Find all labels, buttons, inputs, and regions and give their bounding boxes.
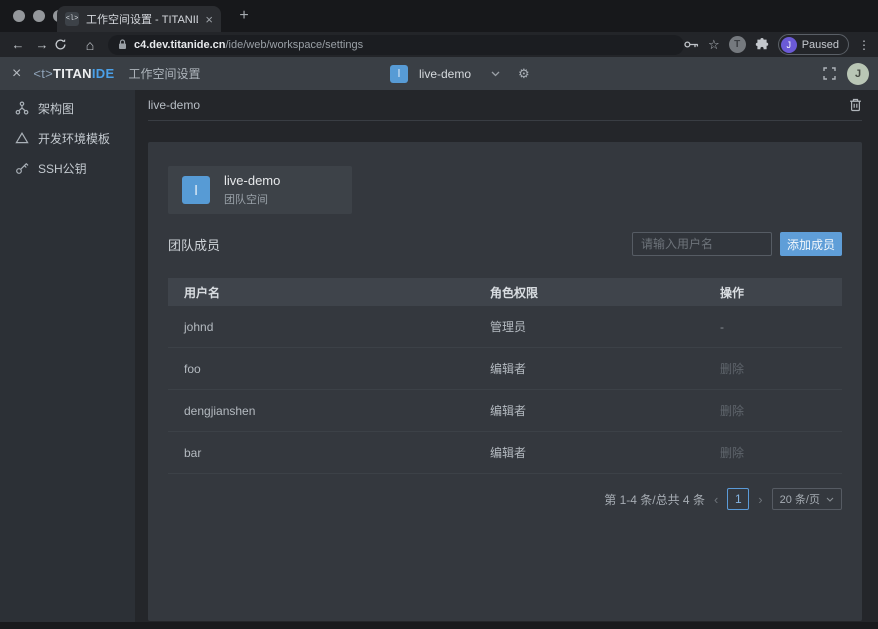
column-header-username: 用户名 — [168, 284, 474, 301]
lock-icon — [118, 39, 127, 50]
page-size-select[interactable]: 20 条/页 — [772, 488, 842, 510]
delete-member-link[interactable]: 删除 — [704, 444, 842, 461]
new-tab-button[interactable]: + — [233, 5, 255, 27]
member-role: 编辑者 — [474, 360, 704, 377]
column-header-action: 操作 — [704, 284, 842, 301]
logo-main: TITAN — [53, 66, 92, 81]
app-header: × <t>TITANIDE 工作空间设置 l live-demo ⚙ J — [0, 57, 878, 90]
window-bottom-edge — [0, 622, 878, 629]
page-size-value: 20 条/页 — [780, 491, 820, 507]
bookmark-star-icon[interactable]: ☆ — [708, 37, 720, 53]
username-input[interactable] — [632, 232, 772, 256]
user-avatar[interactable]: J — [847, 63, 869, 85]
sidebar-item-ssh-key[interactable]: SSH公钥 — [0, 153, 135, 183]
workspace-name: live-demo — [419, 67, 471, 81]
settings-panel: l live-demo 团队空间 团队成员 添加成员 用户名 角色权限 操作 j — [148, 142, 862, 621]
table-row: johnd 管理员 - — [168, 306, 842, 348]
profile-chip[interactable]: J Paused — [778, 34, 849, 55]
member-action: - — [704, 320, 842, 334]
logo-bracket: <t> — [33, 66, 53, 81]
members-toolbar: 团队成员 添加成员 — [168, 232, 842, 256]
workspace-card-title: live-demo — [224, 173, 280, 188]
architecture-diagram-icon — [15, 101, 29, 115]
member-username: foo — [168, 362, 474, 376]
password-key-icon[interactable] — [684, 40, 699, 49]
chevron-down-icon[interactable] — [491, 71, 500, 77]
pagination-summary: 第 1-4 条/总共 4 条 — [604, 491, 705, 508]
back-icon[interactable]: ← — [6, 37, 30, 52]
member-username: dengjianshen — [168, 404, 474, 418]
app-header-right: J — [823, 63, 878, 85]
tab-strip: <l> 工作空间设置 - TITANIDE × + — [0, 0, 878, 32]
member-role: 管理员 — [474, 318, 704, 335]
extension-avatar-icon[interactable]: T — [729, 36, 746, 53]
table-row: dengjianshen 编辑者 删除 — [168, 390, 842, 432]
workspace-card-badge: l — [182, 176, 210, 204]
pagination: 第 1-4 条/总共 4 条 ‹ 1 › 20 条/页 — [168, 488, 842, 510]
logo-accent: IDE — [92, 66, 115, 81]
workspace-card: l live-demo 团队空间 — [168, 166, 352, 214]
sidebar-item-dev-env-template[interactable]: 开发环境模板 — [0, 123, 135, 153]
column-header-role: 角色权限 — [474, 284, 704, 301]
member-role: 编辑者 — [474, 402, 704, 419]
toolbar-right: ☆ T J Paused ⋮ — [684, 34, 878, 55]
table-row: foo 编辑者 删除 — [168, 348, 842, 390]
page-title: 工作空间设置 — [128, 65, 200, 82]
sidebar: 架构图 开发环境模板 SSH公钥 — [0, 90, 135, 629]
minimize-window-button[interactable] — [33, 10, 45, 22]
next-page-icon[interactable]: › — [758, 492, 762, 507]
gear-icon[interactable]: ⚙ — [518, 66, 530, 82]
sidebar-item-label: 架构图 — [38, 100, 74, 117]
delete-workspace-trash-icon[interactable] — [849, 98, 862, 112]
extensions-puzzle-icon[interactable] — [755, 38, 769, 52]
delete-member-link[interactable]: 删除 — [704, 402, 842, 419]
prev-page-icon[interactable]: ‹ — [714, 492, 718, 507]
add-member-button[interactable]: 添加成员 — [780, 232, 842, 256]
forward-icon[interactable]: → — [30, 37, 54, 52]
app-logo: <t>TITANIDE — [33, 66, 114, 81]
url-domain: c4.dev.titanide.cn — [134, 39, 226, 51]
delete-member-link[interactable]: 删除 — [704, 360, 842, 377]
workspace-badge: l — [390, 65, 408, 83]
member-role: 编辑者 — [474, 444, 704, 461]
browser-menu-icon[interactable]: ⋮ — [858, 38, 870, 52]
member-username: bar — [168, 446, 474, 460]
workspace-switcher[interactable]: l live-demo ⚙ — [390, 57, 530, 90]
table-row: bar 编辑者 删除 — [168, 432, 842, 474]
main-content: live-demo l live-demo 团队空间 团队成员 添加成员 用 — [135, 90, 878, 629]
sidebar-item-label: SSH公钥 — [38, 160, 87, 177]
tab-title: 工作空间设置 - TITANIDE — [86, 11, 198, 27]
page-number-button[interactable]: 1 — [727, 488, 749, 510]
browser-toolbar: ← → ⌂ c4.dev.titanide.cn/ide/web/workspa… — [0, 32, 878, 57]
app-close-icon[interactable]: × — [12, 65, 21, 83]
tab-close-icon[interactable]: × — [205, 13, 213, 26]
fullscreen-icon[interactable] — [823, 67, 836, 80]
address-bar[interactable]: c4.dev.titanide.cn/ide/web/workspace/set… — [108, 35, 684, 55]
content-header: live-demo — [148, 90, 862, 121]
home-icon[interactable]: ⌂ — [78, 37, 102, 53]
favicon-icon: <l> — [65, 12, 79, 26]
close-window-button[interactable] — [13, 10, 25, 22]
workspace-card-text: live-demo 团队空间 — [224, 173, 280, 207]
browser-tab[interactable]: <l> 工作空间设置 - TITANIDE × — [57, 6, 221, 32]
chevron-down-icon — [826, 497, 834, 502]
key-icon — [15, 161, 29, 175]
template-triangle-icon — [15, 131, 29, 145]
profile-status: Paused — [802, 39, 839, 51]
member-username: johnd — [168, 320, 474, 334]
sidebar-item-architecture[interactable]: 架构图 — [0, 93, 135, 123]
browser-window: <l> 工作空间设置 - TITANIDE × + ← → ⌂ c4.dev.t… — [0, 0, 878, 629]
workspace-card-subtitle: 团队空间 — [224, 191, 280, 207]
url-text: c4.dev.titanide.cn/ide/web/workspace/set… — [134, 39, 363, 51]
profile-avatar: J — [781, 37, 797, 53]
table-header-row: 用户名 角色权限 操作 — [168, 278, 842, 306]
breadcrumb: live-demo — [148, 98, 200, 112]
members-table: 用户名 角色权限 操作 johnd 管理员 - foo 编辑者 删除 dengj… — [168, 278, 842, 474]
reload-icon[interactable] — [54, 38, 78, 51]
sidebar-item-label: 开发环境模板 — [38, 130, 110, 147]
members-section-title: 团队成员 — [168, 235, 220, 254]
url-path: /ide/web/workspace/settings — [226, 39, 364, 51]
